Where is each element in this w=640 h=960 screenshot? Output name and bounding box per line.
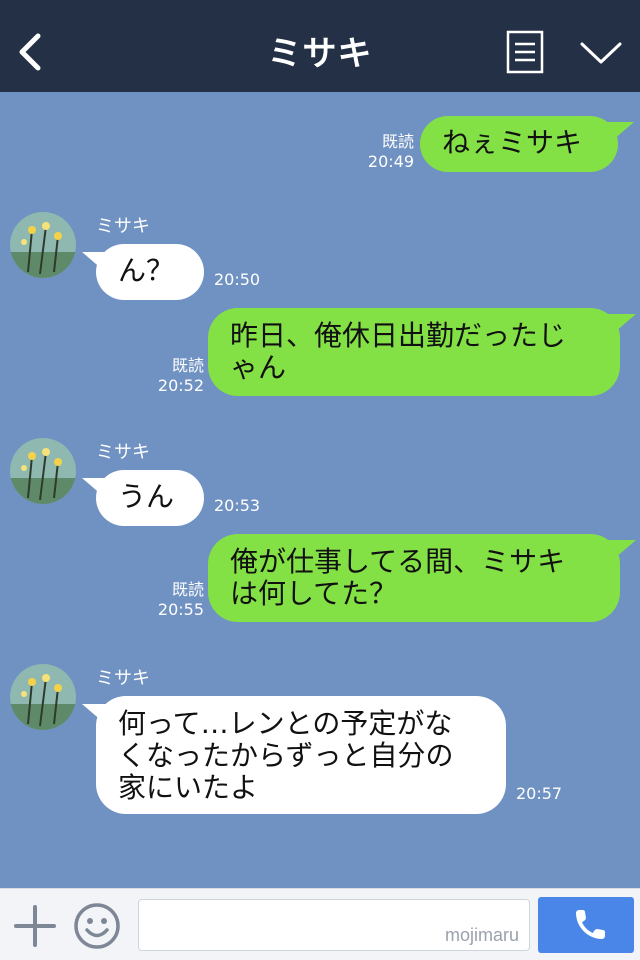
message-meta: 既読 20:52 [146,356,204,396]
read-receipt: 既読 [171,580,204,599]
outgoing-message-bubble[interactable]: 昨日、俺休日出勤だったじ ゃん [208,308,620,396]
message-line: は何してた？ [230,577,398,610]
list-icon[interactable] [506,30,544,74]
message-line: 何って…レンとの予定がな [118,707,453,740]
message-line: 家にいたよ [118,771,259,804]
avatar[interactable] [10,212,76,278]
chat-header: ミサキ [0,0,640,92]
message-time: 20:50 [214,270,261,289]
input-bar: mojimaru [0,888,640,960]
message-time: 20:55 [157,600,204,619]
avatar[interactable] [10,664,76,730]
incoming-message-bubble[interactable]: 何って…レンとの予定がな くなったからずっと自分の 家にいたよ [96,696,506,814]
message-line: くなったからずっと自分の [118,739,454,772]
outgoing-message-bubble[interactable]: ねぇミサキ [420,116,618,172]
incoming-message-bubble[interactable]: うん [96,470,204,526]
read-receipt: 既読 [171,356,204,375]
watermark: mojimaru [444,925,519,945]
message-text: うん [118,480,175,513]
phone-icon [576,910,605,939]
call-button[interactable] [538,897,634,953]
message-time: 20:49 [367,152,414,171]
message-time: 20:57 [516,784,563,803]
message-text: ねぇミサキ [442,126,583,159]
incoming-message-bubble[interactable]: ん？ [96,244,204,300]
message-line: 俺が仕事してる間、ミサキ [230,545,566,578]
plus-icon[interactable] [12,903,58,949]
message-meta: 既読 20:55 [146,580,204,620]
message-time: 20:53 [214,496,261,515]
sender-name: ミサキ [96,668,150,689]
message-line: ゃん [230,351,287,384]
chat-area[interactable]: 既読 20:49 ねぇミサキ ミサキ ん？ 20:50 既読 20:52 昨日、… [0,92,640,888]
page-title: ミサキ [267,34,373,74]
smile-icon[interactable] [72,901,122,951]
outgoing-message-bubble[interactable]: 俺が仕事してる間、ミサキ は何してた？ [208,534,620,622]
chevron-down-icon[interactable] [578,36,624,68]
message-meta: 既読 20:49 [356,132,414,172]
message-time: 20:52 [157,376,204,395]
avatar[interactable] [10,438,76,504]
message-input[interactable]: mojimaru [138,899,530,951]
message-text: ん？ [118,254,175,287]
message-line: 昨日、俺休日出勤だったじ [230,319,567,352]
sender-name: ミサキ [96,442,150,463]
sender-name: ミサキ [96,216,150,237]
read-receipt: 既読 [381,132,414,151]
